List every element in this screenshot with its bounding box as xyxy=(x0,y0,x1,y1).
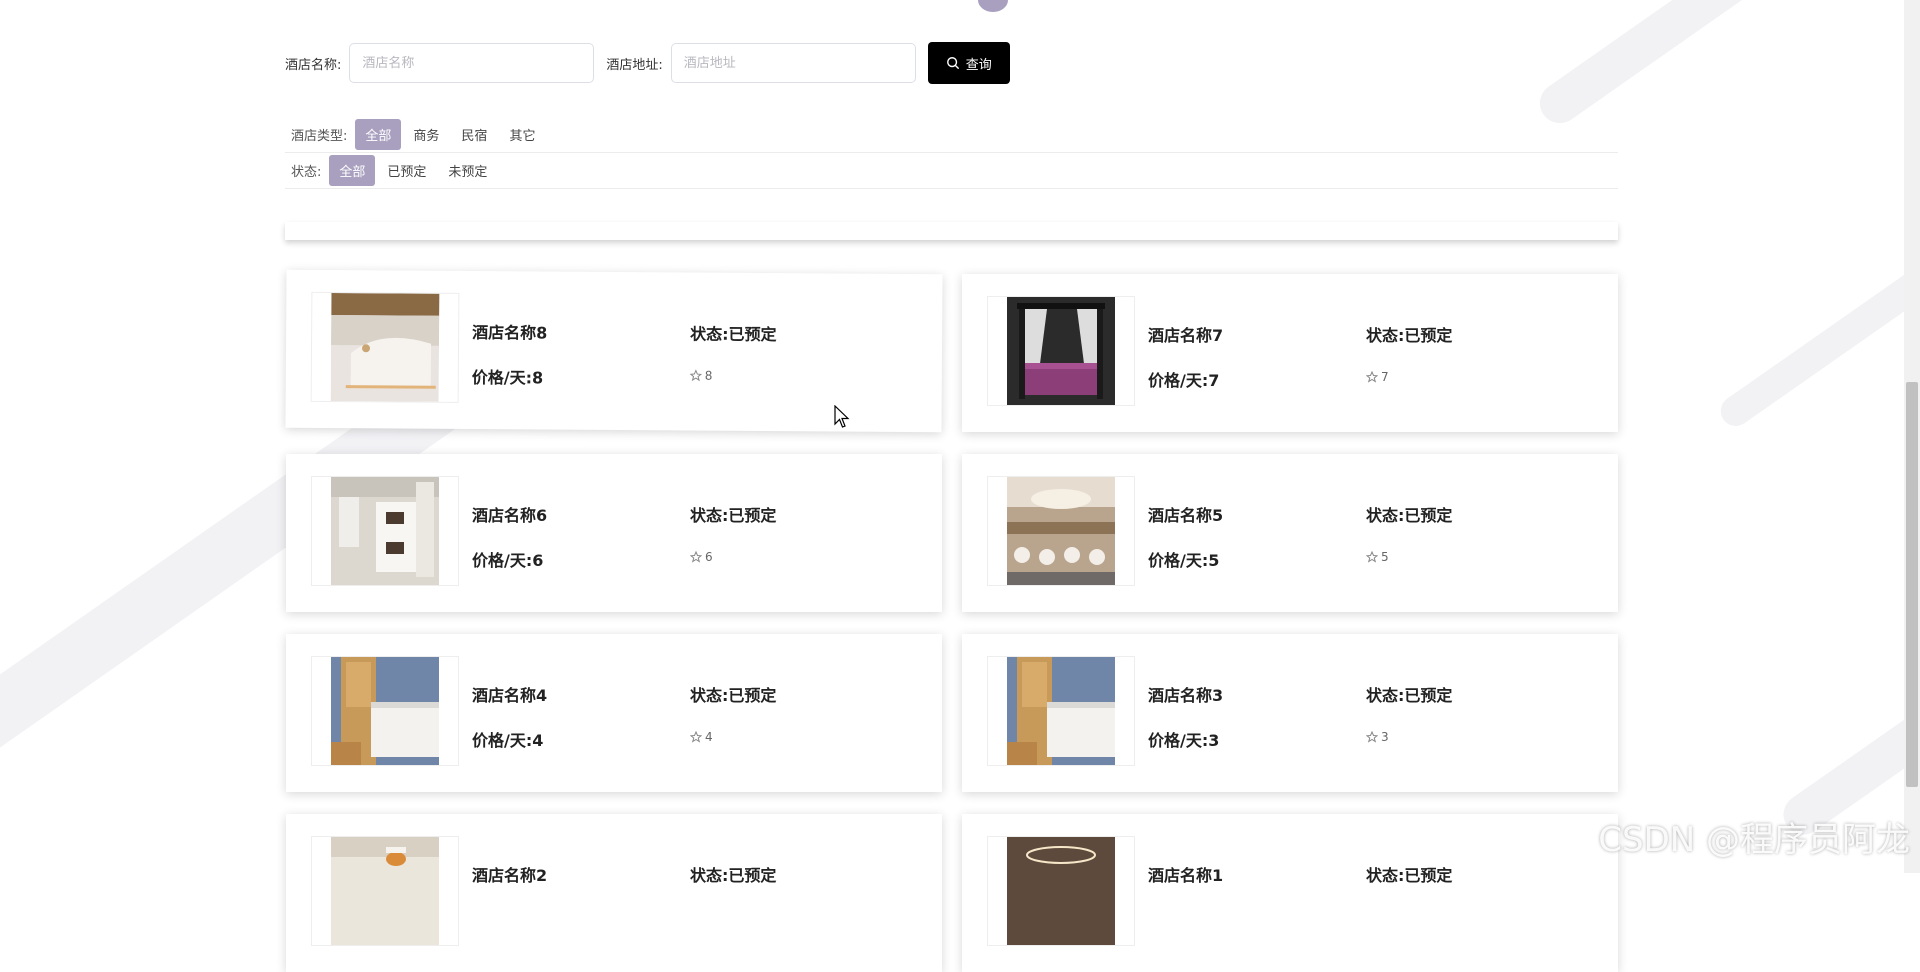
hotel-name-input[interactable] xyxy=(349,43,595,83)
hotel-status: 状态:已预定 xyxy=(1366,506,1453,525)
hotel-address-input[interactable] xyxy=(670,43,916,83)
hotel-name: 酒店名称4 xyxy=(472,686,548,705)
hotel-name: 酒店名称6 xyxy=(472,506,548,525)
hotel-price: 价格/天:5 xyxy=(1148,551,1220,570)
section-divider xyxy=(285,222,1618,240)
background-stripe xyxy=(1532,0,1768,131)
hotel-rating: 3 xyxy=(1366,730,1389,744)
hotel-status: 状态:已预定 xyxy=(690,866,777,885)
watermark: CSDN @程序员阿龙 xyxy=(1598,820,1910,860)
status-filter: 状态: 全部 已预定 未预定 xyxy=(285,152,1618,189)
hotel-card[interactable]: 酒店名称1 状态:已预定 xyxy=(962,814,1618,972)
page-scrollbar[interactable] xyxy=(1904,0,1920,873)
hotel-card[interactable]: 酒店名称3 价格/天:3 状态:已预定 3 xyxy=(962,634,1618,792)
hotel-address-label: 酒店地址: xyxy=(606,57,663,73)
hotel-rating: 6 xyxy=(690,550,713,564)
scrollbar-thumb[interactable] xyxy=(1906,382,1918,787)
hotel-name: 酒店名称8 xyxy=(472,323,548,343)
star-outline-icon xyxy=(1366,371,1378,383)
hotel-photo xyxy=(331,837,439,945)
hotel-thumbnail xyxy=(987,476,1135,586)
background-stripe xyxy=(1714,258,1920,432)
hotel-name: 酒店名称7 xyxy=(1148,326,1224,345)
hotel-name-label: 酒店名称: xyxy=(285,57,342,73)
type-option-business[interactable]: 商务 xyxy=(403,119,449,150)
star-outline-icon xyxy=(1366,551,1378,563)
hotel-thumbnail xyxy=(311,656,459,766)
hotel-thumbnail xyxy=(311,836,459,946)
hotel-card[interactable]: 酒店名称5 价格/天:5 状态:已预定 5 xyxy=(962,454,1618,612)
hotel-rating-value: 6 xyxy=(705,550,713,564)
star-outline-icon xyxy=(690,731,702,743)
hotel-name: 酒店名称2 xyxy=(472,866,548,885)
hotel-rating-value: 5 xyxy=(1381,550,1389,564)
hotel-rating: 8 xyxy=(689,368,713,383)
hotel-card[interactable]: 酒店名称7 价格/天:7 状态:已预定 7 xyxy=(962,274,1618,432)
status-label: 状态: xyxy=(291,164,322,180)
hotel-status: 状态:已预定 xyxy=(1366,866,1453,885)
hotel-type-filter: 酒店类型: 全部 商务 民宿 其它 xyxy=(285,116,1618,153)
hotel-card[interactable]: 酒店名称2 状态:已预定 xyxy=(286,814,942,972)
hotel-status: 状态:已预定 xyxy=(1366,686,1453,705)
top-pagination xyxy=(0,0,1920,16)
type-option-other[interactable]: 其它 xyxy=(499,119,545,150)
hotel-rating-value: 8 xyxy=(704,368,713,383)
hotel-name: 酒店名称5 xyxy=(1148,506,1224,525)
hotel-price: 价格/天:4 xyxy=(472,731,544,750)
hotel-type-label: 酒店类型: xyxy=(291,128,348,144)
hotel-photo xyxy=(1007,837,1115,945)
hotel-status: 状态:已预定 xyxy=(690,324,777,345)
hotel-photo xyxy=(1007,297,1115,405)
hotel-card[interactable]: 酒店名称4 价格/天:4 状态:已预定 4 xyxy=(286,634,942,792)
status-option-booked[interactable]: 已预定 xyxy=(377,155,436,186)
hotel-photo xyxy=(1007,657,1115,765)
hotel-status: 状态:已预定 xyxy=(1366,326,1453,345)
mouse-cursor-icon xyxy=(834,405,850,428)
hotel-thumbnail xyxy=(311,476,459,586)
hotel-price: 价格/天:6 xyxy=(472,551,544,570)
star-outline-icon xyxy=(689,369,702,382)
hotel-price: 价格/天:3 xyxy=(1148,731,1220,750)
hotel-card[interactable]: 酒店名称6 价格/天:6 状态:已预定 6 xyxy=(286,454,942,612)
hotel-rating-value: 3 xyxy=(1381,730,1389,744)
hotel-thumbnail xyxy=(987,296,1135,406)
hotel-name: 酒店名称1 xyxy=(1148,866,1224,885)
hotel-photo xyxy=(331,657,439,765)
search-bar: 酒店名称: 酒店地址: 查询 xyxy=(285,42,1010,84)
hotel-price: 价格/天:7 xyxy=(1148,371,1220,390)
hotel-photo xyxy=(331,477,439,585)
status-option-unbooked[interactable]: 未预定 xyxy=(438,155,497,186)
star-outline-icon xyxy=(1366,731,1378,743)
hotel-price: 价格/天:8 xyxy=(471,368,544,388)
hotel-thumbnail xyxy=(987,656,1135,766)
hotel-rating-value: 4 xyxy=(705,730,713,744)
hotel-status: 状态:已预定 xyxy=(690,686,777,705)
hotel-rating: 4 xyxy=(690,730,713,744)
search-button-label: 查询 xyxy=(965,57,992,73)
type-option-homestay[interactable]: 民宿 xyxy=(451,119,497,150)
search-icon xyxy=(946,57,959,69)
status-option-all[interactable]: 全部 xyxy=(329,154,376,186)
star-outline-icon xyxy=(690,551,702,563)
hotel-photo xyxy=(330,293,440,402)
hotel-status: 状态:已预定 xyxy=(690,506,777,525)
hotel-name: 酒店名称3 xyxy=(1148,686,1224,705)
hotel-rating-value: 7 xyxy=(1381,370,1389,384)
hotel-photo xyxy=(1007,477,1115,585)
pagination-current-page[interactable] xyxy=(978,0,1008,12)
hotel-rating: 7 xyxy=(1366,370,1389,384)
hotel-rating: 5 xyxy=(1366,550,1389,564)
hotel-thumbnail xyxy=(310,291,460,403)
hotel-thumbnail xyxy=(987,836,1135,946)
search-button[interactable]: 查询 xyxy=(927,42,1010,84)
type-option-all[interactable]: 全部 xyxy=(355,118,402,150)
